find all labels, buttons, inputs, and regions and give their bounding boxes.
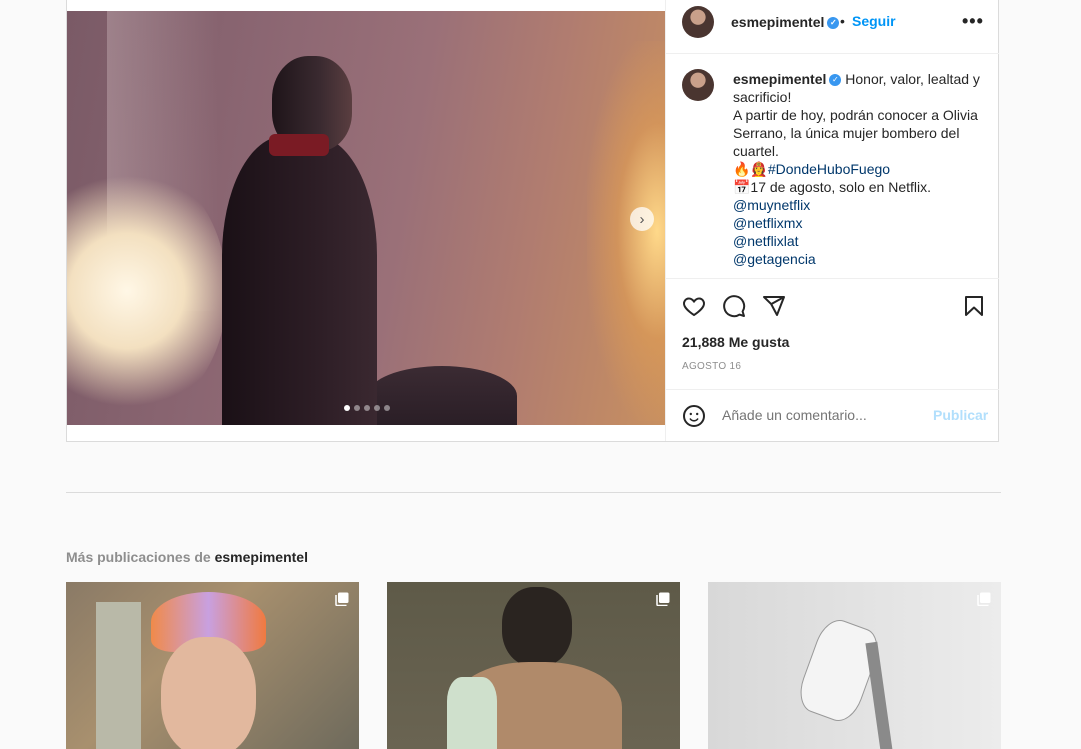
caption-avatar[interactable] bbox=[682, 69, 714, 101]
share-icon[interactable] bbox=[762, 294, 786, 318]
mention-link[interactable]: @netflixlat bbox=[733, 232, 983, 250]
thumbnail-post-3[interactable] bbox=[708, 582, 1001, 749]
header-username-text[interactable]: esmepimentel bbox=[731, 14, 824, 30]
thumb-arm bbox=[865, 641, 893, 749]
thumb-dress bbox=[447, 677, 497, 749]
header-separator: • bbox=[840, 13, 845, 29]
mention-link[interactable]: @getagencia bbox=[733, 250, 983, 268]
chevron-right-icon: › bbox=[639, 210, 645, 228]
post-caption: esmepimentel ✓ Honor, valor, lealtad y sa… bbox=[666, 54, 999, 279]
multi-photo-icon bbox=[335, 592, 349, 606]
mention-link[interactable]: @muynetflix bbox=[733, 196, 983, 214]
carousel-next-button[interactable]: › bbox=[630, 207, 654, 231]
more-posts-username[interactable]: esmepimentel bbox=[215, 549, 308, 565]
image-glow-right bbox=[587, 41, 665, 421]
more-posts-title: Más publicaciones de esmepimentel bbox=[66, 549, 308, 565]
verified-icon: ✓ bbox=[827, 17, 840, 30]
publish-button[interactable]: Publicar bbox=[933, 407, 988, 423]
post-header: esmepimentel ✓ • Seguir ••• bbox=[666, 0, 999, 54]
carousel-dots bbox=[344, 405, 390, 411]
comment-icon[interactable] bbox=[722, 294, 746, 318]
post-image[interactable]: › bbox=[67, 11, 665, 425]
section-divider bbox=[66, 492, 1001, 493]
carousel-dot bbox=[384, 405, 390, 411]
caption-username[interactable]: esmepimentel bbox=[733, 71, 826, 87]
follow-button[interactable]: Seguir bbox=[852, 13, 896, 29]
multi-photo-icon bbox=[656, 592, 670, 606]
mention-link[interactable]: @netflixmx bbox=[733, 214, 983, 232]
header-username[interactable]: esmepimentel ✓ bbox=[731, 14, 840, 30]
comment-input[interactable] bbox=[722, 407, 912, 423]
thumbnail-post-2[interactable] bbox=[387, 582, 680, 749]
bookmark-icon[interactable] bbox=[962, 294, 986, 318]
image-figure-body bbox=[222, 136, 377, 425]
verified-icon: ✓ bbox=[829, 74, 842, 87]
image-table bbox=[367, 366, 517, 425]
avatar[interactable] bbox=[682, 6, 714, 38]
thumb-shutter bbox=[96, 602, 141, 749]
post-actions: 21,888 Me gusta AGOSTO 16 bbox=[666, 279, 999, 390]
carousel-dot bbox=[364, 405, 370, 411]
emoji-icon[interactable] bbox=[682, 404, 706, 428]
post-sidebar: esmepimentel ✓ • Seguir ••• esmepimentel ✓… bbox=[665, 0, 999, 441]
carousel-dot bbox=[354, 405, 360, 411]
thumb-face bbox=[161, 637, 256, 749]
carousel-dot bbox=[344, 405, 350, 411]
multi-photo-icon bbox=[977, 592, 991, 606]
thumbnail-post-1[interactable] bbox=[66, 582, 359, 749]
caption-line-4: 📅17 de agosto, solo en Netflix. bbox=[733, 179, 931, 195]
thumb-hair bbox=[502, 587, 572, 667]
caption-text: esmepimentel ✓ Honor, valor, lealtad y sa… bbox=[733, 70, 983, 268]
post-date[interactable]: AGOSTO 16 bbox=[682, 361, 741, 372]
image-figure-collar bbox=[269, 134, 329, 156]
comment-bar: Publicar bbox=[666, 390, 999, 441]
likes-count[interactable]: 21,888 Me gusta bbox=[682, 334, 789, 350]
post-card: › esmepimentel ✓ • Seguir ••• esmepimente… bbox=[66, 0, 999, 442]
more-options-icon[interactable]: ••• bbox=[962, 11, 984, 32]
caption-line-3: 🔥👩‍🚒#DondeHuboFuego bbox=[733, 161, 891, 177]
heart-icon[interactable] bbox=[682, 294, 706, 318]
carousel-dot bbox=[374, 405, 380, 411]
caption-line-2: A partir de hoy, podrán conocer a Olivia… bbox=[733, 107, 978, 159]
more-posts-prefix: Más publicaciones de bbox=[66, 549, 215, 565]
